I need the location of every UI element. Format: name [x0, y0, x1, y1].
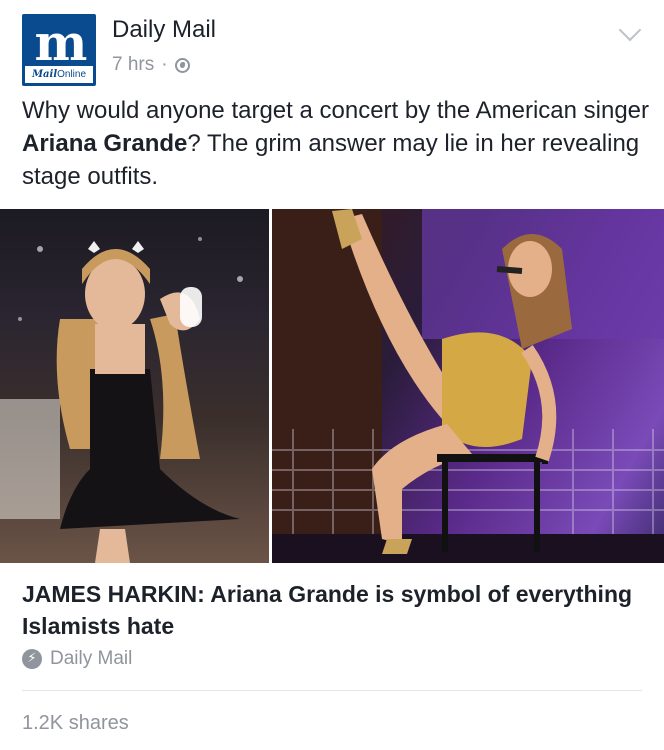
photo-left-illustration	[0, 237, 243, 563]
logo-monogram: m	[34, 14, 88, 72]
post-header: m MailOnline Daily Mail 7 hrs ·	[22, 12, 642, 86]
post-meta: 7 hrs ·	[112, 54, 190, 76]
source-name: Daily Mail	[50, 648, 133, 669]
page-name-link[interactable]: Daily Mail	[112, 16, 216, 44]
article-source: Daily Mail	[22, 648, 642, 670]
instant-article-bolt-icon	[22, 649, 42, 669]
timestamp[interactable]: 7 hrs	[112, 54, 154, 76]
photo-right	[272, 209, 664, 563]
globe-icon	[174, 57, 190, 73]
article-headline[interactable]: JAMES HARKIN: Ariana Grande is symbol of…	[22, 578, 642, 642]
chevron-down-icon[interactable]	[618, 18, 642, 42]
page-avatar[interactable]: m MailOnline	[22, 14, 96, 86]
post-message: Why would anyone target a concert by the…	[22, 97, 649, 190]
photo-right-illustration	[272, 209, 664, 563]
shares-count[interactable]: 1.2K shares	[22, 712, 129, 735]
link-preview-image[interactable]	[0, 209, 664, 563]
meta-separator: ·	[161, 54, 168, 75]
mention-name: Ariana Grande	[22, 130, 188, 157]
divider	[22, 690, 642, 691]
logo-strip: MailOnline	[25, 66, 93, 83]
photo-left	[0, 209, 269, 563]
link-preview-caption[interactable]: JAMES HARKIN: Ariana Grande is symbol of…	[22, 578, 642, 670]
